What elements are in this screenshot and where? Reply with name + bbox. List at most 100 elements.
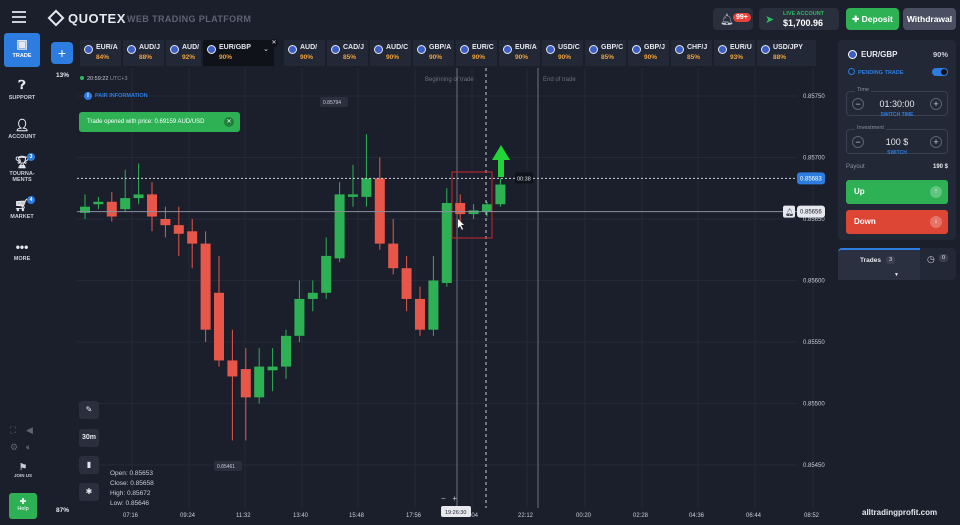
- price-chart[interactable]: 0.85750 0.85700 0.85650 0.85600 0.85550 0.855…: [77, 68, 833, 523]
- chevron-down-icon[interactable]: ⌄: [263, 45, 269, 53]
- candle-body: [441, 203, 452, 283]
- settings-icon[interactable]: ⚙: [10, 442, 18, 453]
- down-button[interactable]: Down ↓: [846, 210, 948, 234]
- time-increase-button[interactable]: +: [930, 98, 942, 110]
- online-dot-icon: [80, 76, 84, 80]
- candle-body: [388, 243, 399, 269]
- asset-tab-name: EUR/A: [96, 44, 118, 51]
- asset-tab[interactable]: GBP/J 90%: [628, 40, 670, 66]
- asset-tab-name: AUD/J: [139, 44, 161, 51]
- currency-flag-icon: [589, 45, 598, 54]
- sentiment-top-percent: 13%: [56, 72, 70, 79]
- account-type-label: LIVE ACCOUNT: [783, 11, 825, 17]
- pending-trade-toggle[interactable]: [932, 68, 948, 76]
- asset-tab-payout: 90%: [472, 54, 486, 61]
- ohlc-high: High: 0.85672: [110, 490, 151, 497]
- notifications-button[interactable]: 🔔︎ 99+: [713, 8, 753, 30]
- asset-tab-name: CAD/J: [343, 44, 365, 51]
- draw-tool-button[interactable]: ✎: [79, 401, 99, 419]
- candle-body: [361, 178, 372, 197]
- price-axis-label: 0.85500: [803, 402, 825, 408]
- pair-information-link[interactable]: i PAIR INFORMATION: [84, 92, 148, 100]
- asset-tab[interactable]: EUR/GBP 90% ✕ ⌄: [203, 39, 278, 66]
- deposit-button[interactable]: ✚ Deposit: [846, 8, 899, 30]
- account-balance-button[interactable]: ➤ LIVE ACCOUNT $1,700.96: [759, 8, 839, 30]
- time-axis-label: 07:16: [123, 513, 139, 519]
- hamburger-menu-icon[interactable]: [12, 11, 26, 23]
- asset-tab-name: GBP/J: [644, 44, 666, 51]
- asset-tab[interactable]: USD/JPY 88%: [757, 40, 817, 66]
- indicators-button[interactable]: ✱: [79, 483, 99, 501]
- add-asset-button[interactable]: +: [51, 42, 73, 64]
- sound-icon[interactable]: 🔈︎: [26, 442, 31, 453]
- candle-body: [240, 369, 251, 398]
- nav-market[interactable]: 4 🛒︎ MARKET: [4, 196, 40, 220]
- timeframe-button[interactable]: 30m: [79, 429, 99, 447]
- asset-tab-payout: 84%: [96, 54, 110, 61]
- help-label: Help: [17, 506, 29, 512]
- asset-tab[interactable]: GBP/C 85%: [585, 40, 627, 66]
- chart-type-button[interactable]: ▮: [79, 456, 99, 474]
- asset-tab[interactable]: AUD/90%: [284, 40, 326, 66]
- candle-body: [495, 184, 506, 205]
- sentiment-bottom-percent: 87%: [56, 507, 70, 514]
- time-axis-label: 00:20: [576, 513, 592, 519]
- nav-account[interactable]: 👤︎ ACCOUNT: [4, 118, 40, 140]
- asset-tab[interactable]: AUD/C 90%: [370, 40, 412, 66]
- asset-tab-name: EUR/C: [472, 44, 494, 51]
- switch-currency-link[interactable]: SWITCH: [838, 150, 956, 156]
- asset-tab-payout: 85%: [687, 54, 701, 61]
- asset-tab[interactable]: EUR/U 93%: [714, 40, 756, 66]
- tournaments-badge: 3: [27, 153, 35, 161]
- selected-pair[interactable]: EUR/GBP: [848, 50, 897, 59]
- currency-flag-icon: [546, 45, 555, 54]
- ohlc-readout: Open: 0.85653 Close: 0.85658 High: 0.856…: [110, 469, 154, 509]
- clock-icon: [848, 68, 855, 75]
- asset-tab-payout: 90%: [386, 54, 400, 61]
- withdrawal-button[interactable]: Withdrawal: [903, 8, 956, 30]
- switch-time-link[interactable]: SWITCH TIME: [838, 112, 956, 118]
- asset-tab[interactable]: EUR/A 90%: [499, 40, 541, 66]
- candle-body: [227, 360, 238, 377]
- candle-body: [173, 225, 184, 234]
- asset-tab[interactable]: EUR/A 84%: [80, 40, 122, 66]
- nav-support[interactable]: ❓︎ SUPPORT: [4, 78, 40, 101]
- currency-flag-icon: [84, 45, 93, 54]
- chart-icon: ▣: [16, 37, 28, 51]
- help-icon: ✚: [19, 497, 27, 506]
- up-button[interactable]: Up ↑: [846, 180, 948, 204]
- currency-flag-icon: [170, 45, 179, 54]
- close-icon[interactable]: ✕: [224, 117, 234, 127]
- bell-icon: 🔔︎: [785, 208, 794, 217]
- asset-tab[interactable]: USD/C 90%: [542, 40, 584, 66]
- tab-trades[interactable]: Trades 3 ▼: [838, 248, 920, 280]
- asset-tab[interactable]: GBP/A 90%: [413, 40, 455, 66]
- nav-more-label: MORE: [13, 256, 31, 262]
- pending-count: 0: [939, 254, 949, 262]
- candle-body: [187, 231, 198, 244]
- close-tab-icon[interactable]: ✕: [270, 39, 278, 47]
- back-icon[interactable]: ◀: [26, 425, 33, 436]
- nav-more[interactable]: ••• MORE: [4, 240, 40, 262]
- fullscreen-icon[interactable]: ⛶: [10, 425, 16, 436]
- asset-tab[interactable]: CHF/J 85%: [671, 40, 713, 66]
- nav-tournaments[interactable]: 3 🏆︎ TOURNA-MENTS: [4, 153, 40, 183]
- asset-tab[interactable]: CAD/J 85%: [327, 40, 369, 66]
- asset-tab-name: USD/C: [558, 44, 580, 51]
- nav-trade[interactable]: ▣ TRADE: [4, 33, 40, 67]
- time-axis-label: 02:28: [633, 513, 649, 519]
- asset-tab[interactable]: EUR/C 90%: [456, 40, 498, 66]
- logo[interactable]: QUOTEX: [47, 9, 126, 27]
- zoom-in-button[interactable]: +: [452, 494, 457, 503]
- nav-account-label: ACCOUNT: [8, 134, 36, 140]
- candle-body: [200, 243, 211, 330]
- investment-increase-button[interactable]: +: [930, 136, 942, 148]
- zoom-out-button[interactable]: −: [441, 494, 446, 503]
- asset-tab[interactable]: AUD/92%: [166, 40, 202, 66]
- market-badge: 4: [27, 196, 35, 204]
- currency-flag-icon: [675, 45, 684, 54]
- join-us-button[interactable]: ⚑ JOIN US: [9, 462, 37, 486]
- help-button[interactable]: ✚ Help: [9, 493, 37, 519]
- candle-body: [281, 335, 291, 367]
- asset-tab[interactable]: AUD/J 88%: [123, 40, 165, 66]
